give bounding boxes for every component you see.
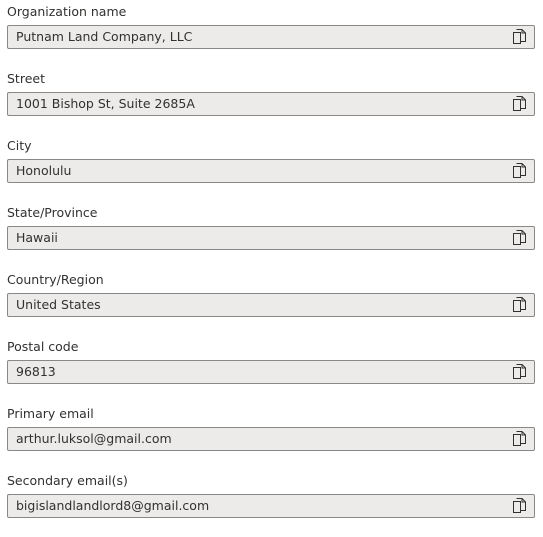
- city-box[interactable]: Honolulu: [7, 159, 535, 183]
- organization-name-field: Organization name Putnam Land Company, L…: [7, 2, 535, 60]
- copy-icon: [513, 364, 526, 379]
- country-region-field: Country/Region United States: [7, 270, 535, 328]
- street-label: Street: [7, 71, 45, 86]
- organization-details-form: Organization name Putnam Land Company, L…: [0, 0, 543, 537]
- copy-icon: [513, 297, 526, 312]
- organization-name-value: Putnam Land Company, LLC: [16, 29, 193, 44]
- organization-name-label: Organization name: [7, 4, 127, 19]
- primary-email-value: arthur.luksol@gmail.com: [16, 431, 172, 446]
- city-label: City: [7, 138, 32, 153]
- city-field: City Honolulu: [7, 136, 535, 194]
- copy-icon: [513, 230, 526, 245]
- copy-state-province-button[interactable]: [504, 227, 534, 249]
- country-region-label: Country/Region: [7, 272, 104, 287]
- organization-name-box[interactable]: Putnam Land Company, LLC: [7, 25, 535, 49]
- primary-email-label: Primary email: [7, 406, 94, 421]
- street-box[interactable]: 1001 Bishop St, Suite 2685A: [7, 92, 535, 116]
- primary-email-box[interactable]: arthur.luksol@gmail.com: [7, 427, 535, 451]
- state-province-box[interactable]: Hawaii: [7, 226, 535, 250]
- copy-organization-name-button[interactable]: [504, 26, 534, 48]
- copy-country-region-button[interactable]: [504, 294, 534, 316]
- secondary-emails-value: bigislandlandlord8@gmail.com: [16, 498, 210, 513]
- state-province-label: State/Province: [7, 205, 98, 220]
- secondary-emails-field: Secondary email(s) bigislandlandlord8@gm…: [7, 471, 535, 529]
- postal-code-box[interactable]: 96813: [7, 360, 535, 384]
- secondary-emails-label: Secondary email(s): [7, 473, 128, 488]
- copy-postal-code-button[interactable]: [504, 361, 534, 383]
- copy-secondary-emails-button[interactable]: [504, 495, 534, 517]
- state-province-value: Hawaii: [16, 230, 58, 245]
- copy-icon: [513, 163, 526, 178]
- state-province-field: State/Province Hawaii: [7, 203, 535, 261]
- copy-icon: [513, 498, 526, 513]
- postal-code-label: Postal code: [7, 339, 79, 354]
- copy-primary-email-button[interactable]: [504, 428, 534, 450]
- copy-icon: [513, 431, 526, 446]
- copy-city-button[interactable]: [504, 160, 534, 182]
- street-value: 1001 Bishop St, Suite 2685A: [16, 96, 195, 111]
- copy-icon: [513, 96, 526, 111]
- street-field: Street 1001 Bishop St, Suite 2685A: [7, 69, 535, 127]
- secondary-emails-box[interactable]: bigislandlandlord8@gmail.com: [7, 494, 535, 518]
- city-value: Honolulu: [16, 163, 72, 178]
- country-region-box[interactable]: United States: [7, 293, 535, 317]
- copy-street-button[interactable]: [504, 93, 534, 115]
- primary-email-field: Primary email arthur.luksol@gmail.com: [7, 404, 535, 462]
- country-region-value: United States: [16, 297, 101, 312]
- postal-code-field: Postal code 96813: [7, 337, 535, 395]
- postal-code-value: 96813: [16, 364, 56, 379]
- copy-icon: [513, 29, 526, 44]
